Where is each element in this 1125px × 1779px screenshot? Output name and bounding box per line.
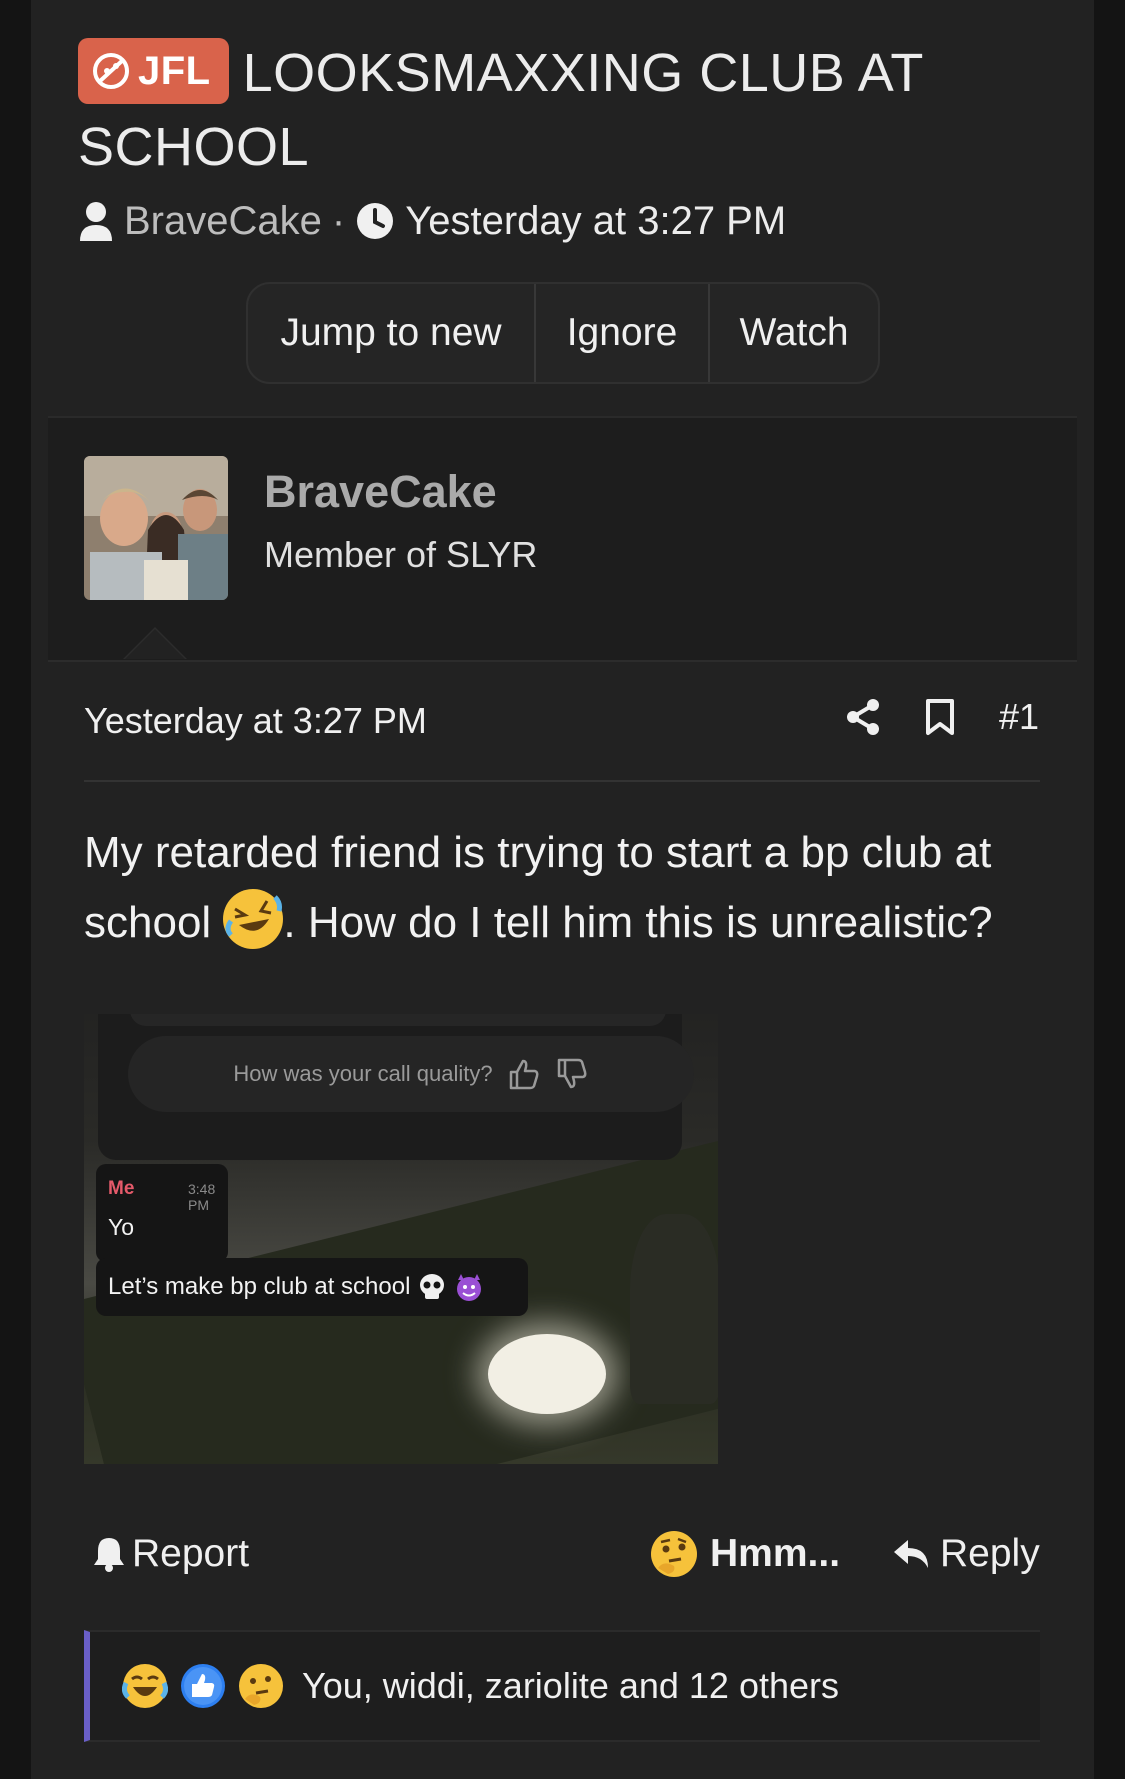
jump-to-new-button[interactable]: Jump to new xyxy=(248,284,536,382)
thread-meta: BraveCake · Yesterday at 3:27 PM xyxy=(78,196,786,246)
thread-author[interactable]: BraveCake xyxy=(124,199,322,244)
thread-time[interactable]: Yesterday at 3:27 PM xyxy=(405,199,786,244)
no-entry-icon xyxy=(93,53,129,89)
like-icon xyxy=(180,1663,226,1709)
reactions-summary[interactable]: You, widdi, zariolite and 12 others xyxy=(302,1665,839,1707)
chat-sender: Me xyxy=(108,1178,135,1199)
avatar[interactable] xyxy=(84,456,228,600)
user-icon xyxy=(80,202,112,241)
post-time[interactable]: Yesterday at 3:27 PM xyxy=(84,700,427,742)
bell-icon xyxy=(94,1538,124,1572)
thinking-face-icon xyxy=(651,1531,697,1577)
user-block: BraveCake Member of SLYR xyxy=(48,416,1077,662)
rofl-emoji-icon xyxy=(223,889,284,949)
thread-prefix[interactable]: JFL xyxy=(78,38,229,104)
watch-button[interactable]: Watch xyxy=(710,284,878,382)
report-button[interactable]: Report xyxy=(92,1532,249,1576)
reaction-label: Hmm... xyxy=(710,1532,841,1575)
reaction-button[interactable]: Hmm... xyxy=(650,1530,840,1578)
chat-time: 3:48 PM xyxy=(188,1181,216,1213)
chat-text: Yo xyxy=(108,1214,135,1240)
attached-screenshot[interactable]: How was your call quality? Me 3:48 PM Yo… xyxy=(84,1014,718,1464)
reply-button[interactable]: Reply xyxy=(892,1532,1040,1576)
post-text-part2: . How do I tell him this is unrealistic? xyxy=(283,898,993,947)
post-body: My retarded friend is trying to start a … xyxy=(84,818,1054,958)
share-icon[interactable] xyxy=(845,698,881,736)
thread-title: JFL LOOKSMAXXING CLUB AT SCHOOL xyxy=(78,36,978,184)
crying-laughing-icon xyxy=(121,1663,169,1709)
chat-message: Me 3:48 PM Yo xyxy=(96,1164,228,1262)
post-author-name[interactable]: BraveCake xyxy=(264,466,497,518)
meta-separator: · xyxy=(331,198,346,243)
user-arrow xyxy=(125,629,185,659)
post-divider xyxy=(84,780,1040,782)
call-quality-text: How was your call quality? xyxy=(233,1061,493,1086)
call-card-inner xyxy=(130,1014,666,1026)
clock-icon xyxy=(357,203,394,239)
thinking-icon xyxy=(238,1663,284,1709)
post-header-icons: #1 xyxy=(845,696,1039,738)
reply-label: Reply xyxy=(940,1532,1040,1575)
smiling-devil-icon xyxy=(457,1274,482,1301)
ignore-button[interactable]: Ignore xyxy=(536,284,710,382)
chat-text-2: Let’s make bp club at school xyxy=(108,1273,411,1300)
moon xyxy=(488,1334,606,1414)
thread-toolbar: Jump to new Ignore Watch xyxy=(246,282,880,384)
tree-silhouette xyxy=(630,1214,718,1404)
reactions-bar[interactable]: You, widdi, zariolite and 12 others xyxy=(84,1630,1040,1742)
bookmark-icon[interactable] xyxy=(925,698,955,736)
report-label: Report xyxy=(132,1532,250,1575)
prefix-label: JFL xyxy=(138,49,211,93)
call-quality-pill: How was your call quality? xyxy=(128,1036,694,1112)
avatar-image xyxy=(84,456,228,600)
skull-icon xyxy=(420,1274,445,1299)
reply-arrow-icon xyxy=(894,1540,928,1568)
thumbs-up-icon xyxy=(509,1059,539,1090)
post-author-title: Member of SLYR xyxy=(264,534,538,575)
call-card: How was your call quality? xyxy=(98,1014,694,1160)
post-number[interactable]: #1 xyxy=(999,696,1039,738)
chat-message-2: Let’s make bp club at school xyxy=(96,1258,528,1316)
thumbs-down-icon xyxy=(557,1058,587,1089)
